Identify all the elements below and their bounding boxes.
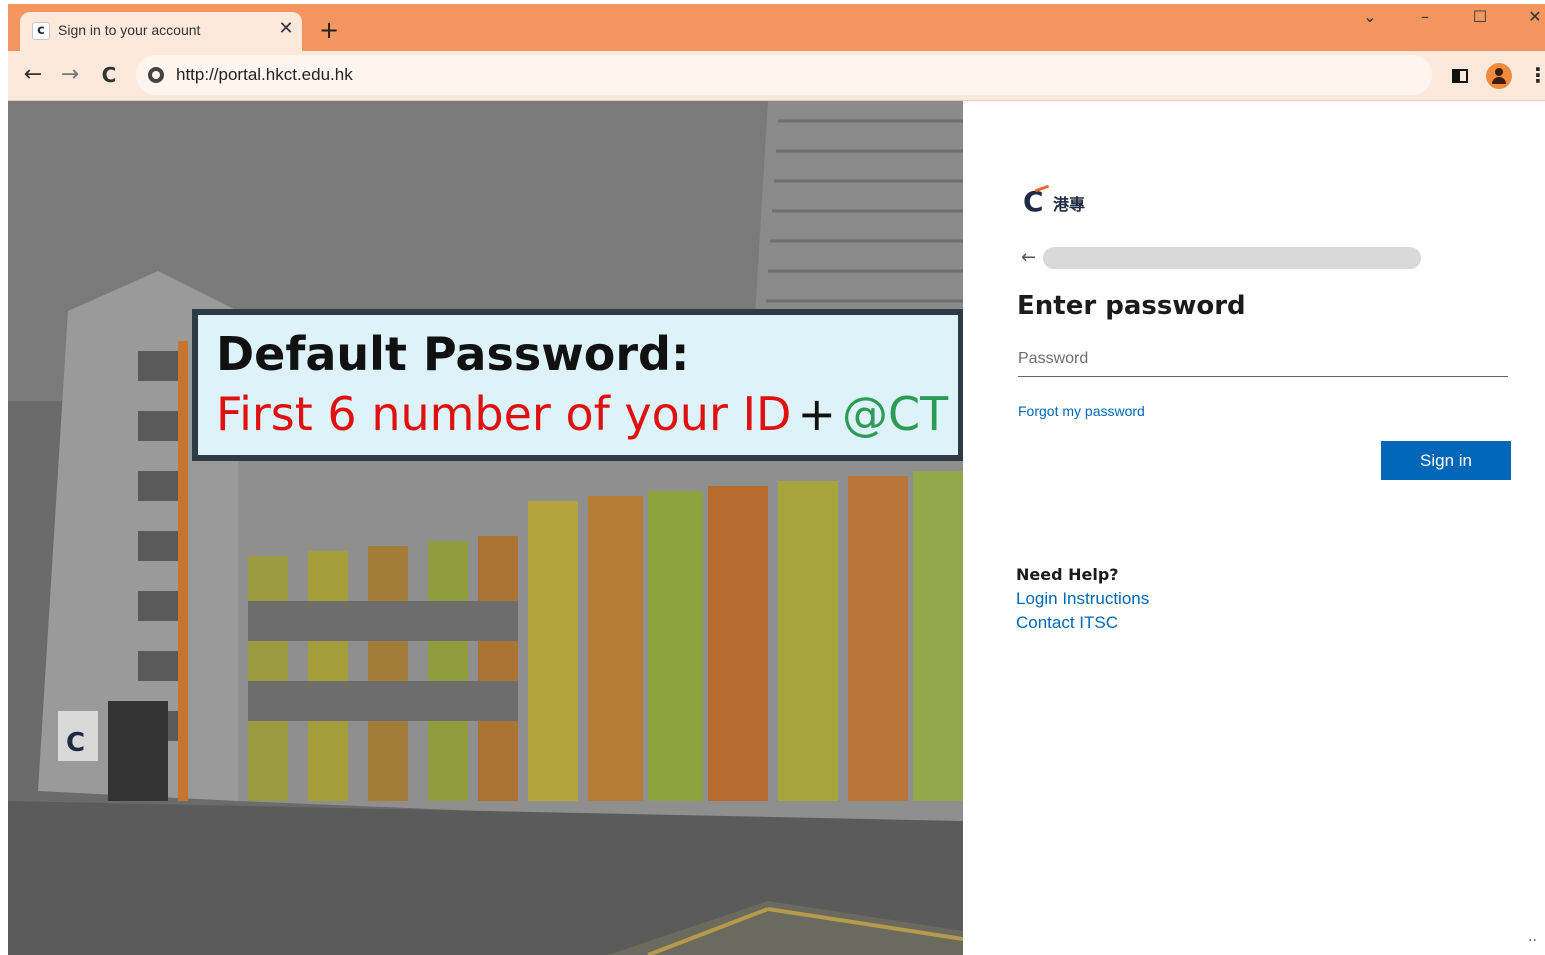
callout-hint-plus: + <box>797 387 837 441</box>
password-input[interactable] <box>1018 341 1508 377</box>
browser-toolbar: ← → C http://portal.hkct.edu.hk ⋮ <box>8 51 1545 101</box>
campus-background-image: C <box>8 101 963 955</box>
browser-tab[interactable]: c Sign in to your account ✕ <box>20 12 302 51</box>
forgot-password-link[interactable]: Forgot my password <box>1018 403 1145 419</box>
sign-in-button[interactable]: Sign in <box>1381 441 1511 480</box>
back-arrow-icon[interactable]: ← <box>1021 247 1036 268</box>
tab-strip: c Sign in to your account ✕ + ⌄ – ☐ ✕ <box>8 4 1545 51</box>
forward-button[interactable]: → <box>55 61 85 91</box>
reload-button[interactable]: C <box>94 61 124 91</box>
back-button[interactable]: ← <box>18 61 48 91</box>
browser-window: c Sign in to your account ✕ + ⌄ – ☐ ✕ ← … <box>8 4 1545 955</box>
profile-avatar-icon[interactable] <box>1486 63 1512 89</box>
login-panel: C 港專 ← Enter password Forgot my password… <box>963 101 1545 955</box>
callout-hint-suffix: @CT <box>842 387 949 441</box>
minimize-button[interactable]: – <box>1403 4 1447 34</box>
side-panel-icon[interactable] <box>1452 69 1468 83</box>
tab-title: Sign in to your account <box>58 22 201 38</box>
favicon-icon: c <box>32 22 50 40</box>
callout-title: Default Password: <box>216 327 690 381</box>
callout-hint-id: First 6 number of your ID <box>216 387 792 441</box>
site-info-icon[interactable] <box>148 67 164 83</box>
new-tab-button[interactable]: + <box>316 17 342 43</box>
contact-itsc-link[interactable]: Contact ITSC <box>1016 613 1118 633</box>
building-illustration: C <box>8 101 963 955</box>
tab-close-icon[interactable]: ✕ <box>276 18 296 40</box>
svg-text:C: C <box>66 728 85 758</box>
maximize-button[interactable]: ☐ <box>1458 4 1502 34</box>
page-title: Enter password <box>1017 291 1246 321</box>
callout-hint: First 6 number of your ID + @CT <box>216 387 948 441</box>
browser-menu-icon[interactable]: ⋮ <box>1528 63 1545 89</box>
url-text[interactable]: http://portal.hkct.edu.hk <box>176 65 353 85</box>
help-heading: Need Help? <box>1016 565 1119 584</box>
tab-search-icon[interactable]: ⌄ <box>1348 4 1392 34</box>
redacted-account-identity <box>1043 247 1421 269</box>
more-options-icon[interactable]: .. <box>1528 929 1537 945</box>
login-instructions-link[interactable]: Login Instructions <box>1016 589 1149 609</box>
default-password-callout: Default Password: First 6 number of your… <box>192 309 964 461</box>
close-window-button[interactable]: ✕ <box>1513 4 1545 34</box>
logo-text: 港專 <box>1053 195 1086 214</box>
address-bar[interactable]: http://portal.hkct.edu.hk <box>136 55 1432 95</box>
